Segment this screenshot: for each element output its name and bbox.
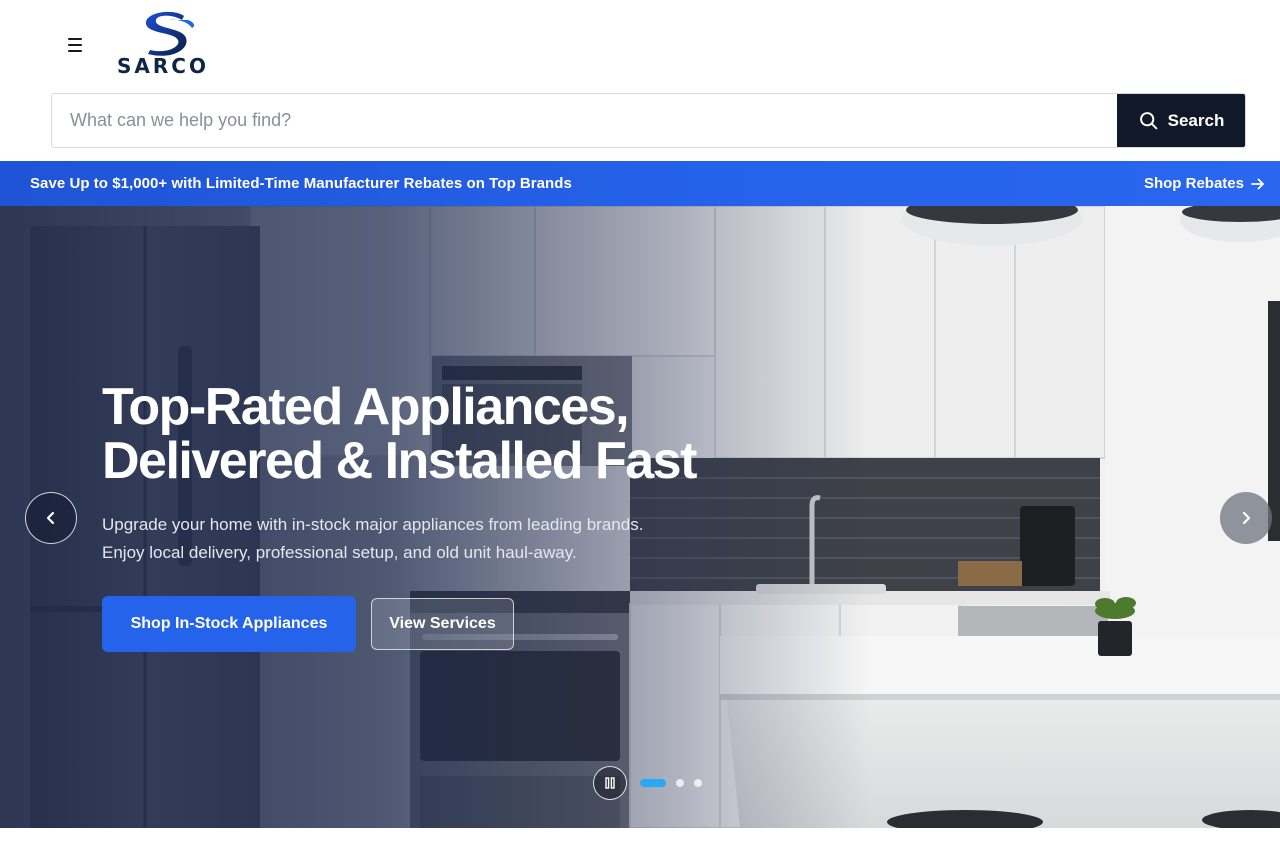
hero-title-line2: Delivered & Installed Fast: [102, 432, 697, 490]
chevron-left-icon: [46, 511, 55, 525]
carousel-pause-button[interactable]: [593, 766, 627, 800]
hero-subtitle: Upgrade your home with in-stock major ap…: [102, 511, 722, 567]
search-button[interactable]: Search: [1117, 94, 1245, 147]
search-bar: Search: [51, 93, 1246, 148]
search-input[interactable]: [52, 94, 1117, 147]
arrow-right-icon: [1251, 178, 1264, 189]
site-header: SARCO Search: [0, 0, 1280, 161]
carousel-prev-button[interactable]: [25, 492, 77, 544]
search-button-label: Search: [1167, 110, 1225, 130]
shop-rebates-link[interactable]: Shop Rebates: [1144, 175, 1265, 192]
carousel-dot-2[interactable]: [676, 779, 684, 787]
hero-carousel: Top-Rated Appliances, Delivered & Instal…: [0, 206, 1280, 828]
sarco-logo-mark: [145, 11, 195, 56]
carousel-dots: [640, 779, 702, 787]
shop-rebates-label: Shop Rebates: [1143, 175, 1244, 192]
carousel-dot-1[interactable]: [640, 779, 666, 787]
promo-banner: Save Up to $1,000+ with Limited-Time Man…: [0, 161, 1280, 206]
view-services-button[interactable]: View Services: [371, 598, 514, 650]
hamburger-menu-icon[interactable]: [62, 32, 88, 58]
shop-in-stock-button[interactable]: Shop In-Stock Appliances: [102, 596, 356, 652]
hero-subtitle-line1: Upgrade your home with in-stock major ap…: [102, 515, 644, 534]
carousel-next-button[interactable]: [1220, 492, 1272, 544]
brand-logo[interactable]: SARCO: [108, 10, 218, 78]
promo-text: Save Up to $1,000+ with Limited-Time Man…: [30, 175, 572, 192]
brand-wordmark: SARCO: [117, 54, 209, 78]
hero-subtitle-line2: Enjoy local delivery, professional setup…: [102, 543, 577, 562]
chevron-right-icon: [1242, 511, 1251, 525]
hero-title: Top-Rated Appliances, Delivered & Instal…: [102, 380, 802, 488]
pause-icon: [605, 777, 615, 789]
carousel-dot-3[interactable]: [694, 779, 702, 787]
search-icon: [1139, 112, 1157, 130]
hero-title-line1: Top-Rated Appliances,: [102, 378, 630, 436]
